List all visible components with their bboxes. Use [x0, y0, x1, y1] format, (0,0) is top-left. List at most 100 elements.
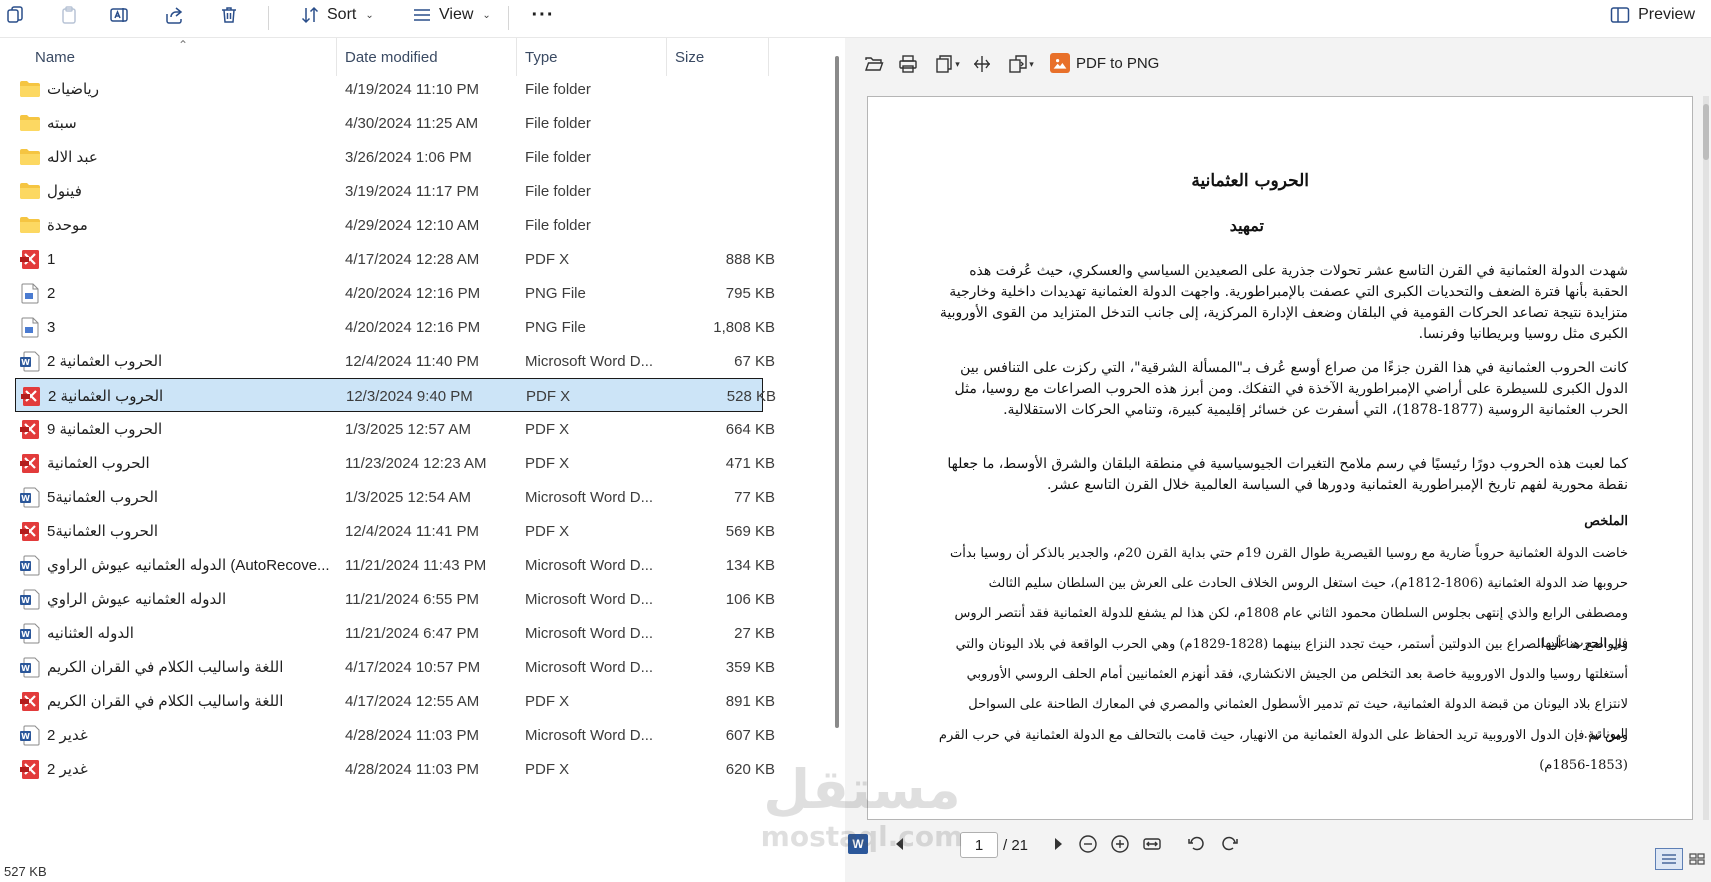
file-type: PDF X: [525, 692, 570, 710]
file-size: 27 KB: [734, 624, 775, 642]
svg-text:W: W: [21, 562, 30, 571]
file-row[interactable]: W غدير 2 4/28/2024 11:03 PM Microsoft Word …: [15, 718, 775, 752]
pdf-page: الحروب العثمانية تمهيد شهدت الدولة العثم…: [867, 96, 1693, 820]
column-type[interactable]: Type: [517, 38, 667, 76]
file-date: 12/4/2024 11:41 PM: [345, 522, 479, 540]
file-row[interactable]: W الدوله العثمانيه عيوش الراوي 11/21/2024 …: [15, 582, 775, 616]
rotate-right-icon[interactable]: [1216, 832, 1242, 856]
file-name: الدوله العثمانيه عيوش الراوي (AutoRecove…: [47, 557, 330, 574]
toolbar-separator: [268, 6, 269, 30]
file-row[interactable]: الحروب العثمانية 9 1/3/2025 12:57 AM PDF X…: [15, 412, 775, 446]
file-date: 4/30/2024 11:25 AM: [345, 114, 479, 132]
paste-icon[interactable]: [54, 2, 84, 28]
file-row[interactable]: الحروب العثمانية 11/23/2024 12:23 AM PDF X…: [15, 446, 775, 480]
file-name-cell: غدير 2: [19, 752, 339, 786]
file-date: 4/17/2024 10:57 PM: [345, 658, 481, 676]
file-row[interactable]: W الحروب العثمانية 2 12/4/2024 11:40 PM Mic…: [15, 344, 775, 378]
pdf-toolbar: ▾ ▾ PDF to PNG: [845, 38, 1711, 88]
file-row[interactable]: الحروب العثمانية 2 12/3/2024 9:40 PM PDF X…: [15, 378, 776, 413]
open-folder-icon[interactable]: [861, 52, 887, 76]
file-size: 891 KB: [725, 692, 775, 710]
file-name-cell: رياضيات: [19, 72, 339, 106]
details-view-icon[interactable]: [1655, 848, 1683, 870]
file-row[interactable]: موحدة 4/29/2024 12:10 AM File folder: [15, 208, 763, 242]
rotate-page-icon[interactable]: ▾: [1005, 52, 1037, 76]
previous-page-icon[interactable]: [887, 832, 913, 856]
pdf-icon: [19, 520, 41, 542]
file-name-cell: موحدة: [19, 208, 339, 242]
file-name-cell: اللغة واساليب الكلام في القران الكريم: [19, 684, 339, 718]
file-name: غدير 2: [47, 727, 88, 744]
next-page-icon[interactable]: [1045, 832, 1071, 856]
column-date-modified[interactable]: Date modified: [337, 38, 517, 76]
file-row[interactable]: 3 4/20/2024 12:16 PM PNG File 1,808 KB: [15, 310, 775, 344]
pdf-to-png-button[interactable]: PDF to PNG: [1050, 51, 1159, 75]
fit-page-icon[interactable]: [969, 52, 995, 76]
file-type: Microsoft Word D...: [525, 488, 654, 506]
column-name[interactable]: Name: [27, 38, 337, 76]
file-row[interactable]: رياضيات 4/19/2024 11:10 PM File folder: [15, 72, 763, 106]
copy-icon[interactable]: [0, 2, 30, 28]
sort-button[interactable]: Sort ⌄: [300, 2, 374, 28]
tiles-view-icon[interactable]: [1685, 848, 1709, 870]
file-size: 569 KB: [725, 522, 775, 540]
file-name-cell: W الدوله العثنانيه: [19, 616, 339, 650]
file-name-cell: W الحروب العثمانية5: [19, 480, 339, 514]
file-date: 3/26/2024 1:06 PM: [345, 148, 472, 166]
file-date: 11/21/2024 6:55 PM: [345, 590, 479, 608]
preview-scrollbar[interactable]: [1703, 96, 1709, 820]
pdf-to-png-label: PDF to PNG: [1076, 54, 1160, 72]
preview-button[interactable]: Preview: [1610, 2, 1695, 28]
more-options-button[interactable]: ···: [528, 2, 558, 28]
delete-icon[interactable]: [214, 2, 244, 28]
file-row[interactable]: W الدوله العثمانيه عيوش الراوي (AutoRecov…: [15, 548, 775, 582]
pdf-icon: [19, 248, 41, 270]
word-export-icon[interactable]: W: [845, 832, 871, 856]
file-type: Microsoft Word D...: [525, 352, 654, 370]
file-type: Microsoft Word D...: [525, 726, 654, 744]
file-name-cell: الحروب العثمانية 2: [20, 379, 340, 413]
print-icon[interactable]: [895, 52, 921, 76]
file-row[interactable]: W الدوله العثنانيه 11/21/2024 6:47 PM Micro…: [15, 616, 775, 650]
file-row[interactable]: عبد الاله 3/26/2024 1:06 PM File folder: [15, 140, 763, 174]
file-name: الحروب العثمانية 9: [47, 421, 163, 438]
file-name: اللغة واساليب الكلام في القران الكريم: [47, 693, 284, 710]
page-number-input[interactable]: 1: [960, 832, 998, 858]
rename-icon[interactable]: [104, 2, 134, 28]
word-icon: W: [19, 724, 41, 746]
chevron-down-icon: ⌄: [482, 9, 491, 21]
file-row[interactable]: غدير 2 4/28/2024 11:03 PM PDF X 620 KB: [15, 752, 775, 786]
file-size: 77 KB: [734, 488, 775, 506]
file-row[interactable]: W اللغة واساليب الكلام في القران الكريم 4/…: [15, 650, 775, 684]
zoom-out-icon[interactable]: [1075, 832, 1101, 856]
file-row[interactable]: اللغة واساليب الكلام في القران الكريم 4/1…: [15, 684, 775, 718]
column-size[interactable]: Size: [667, 38, 769, 76]
svg-text:W: W: [21, 732, 30, 741]
file-name-cell: عبد الاله: [19, 140, 339, 174]
page-setup-icon[interactable]: ▾: [931, 52, 963, 76]
file-row[interactable]: الحروب العثمانية5 12/4/2024 11:41 PM PDF X…: [15, 514, 775, 548]
share-icon[interactable]: [159, 2, 189, 28]
image-icon: [1050, 53, 1070, 73]
file-name-cell: 2: [19, 276, 339, 310]
file-row[interactable]: 1 4/17/2024 12:28 AM PDF X 888 KB: [15, 242, 775, 276]
zoom-in-icon[interactable]: [1107, 832, 1133, 856]
file-row[interactable]: فينول 3/19/2024 11:17 PM File folder: [15, 174, 763, 208]
file-row[interactable]: سبته 4/30/2024 11:25 AM File folder: [15, 106, 763, 140]
view-button[interactable]: View ⌄: [412, 2, 491, 28]
file-date: 4/17/2024 12:55 AM: [345, 692, 480, 710]
file-list-scrollbar[interactable]: [835, 56, 839, 728]
file-row[interactable]: 2 4/20/2024 12:16 PM PNG File 795 KB: [15, 276, 775, 310]
file-size: [645, 140, 775, 174]
sort-label: Sort: [327, 6, 357, 23]
file-row[interactable]: W الحروب العثمانية5 1/3/2025 12:54 AM Micro…: [15, 480, 775, 514]
rotate-left-icon[interactable]: [1184, 832, 1210, 856]
file-name: غدير 2: [47, 761, 88, 778]
file-size: 1,808 KB: [713, 318, 775, 336]
column-header: ⌃ Name Date modified Type Size: [0, 38, 770, 76]
file-name: الدوله العثمانيه عيوش الراوي: [47, 591, 227, 608]
summary-paragraph: ومن ثم فإن الدول الاوروبية تريد الحفاظ ع…: [938, 728, 1628, 773]
fit-width-icon[interactable]: [1139, 832, 1165, 856]
file-list: ⌃ Name Date modified Type Size رياضيات 4/…: [0, 38, 830, 864]
scrollbar-thumb[interactable]: [1703, 104, 1709, 160]
